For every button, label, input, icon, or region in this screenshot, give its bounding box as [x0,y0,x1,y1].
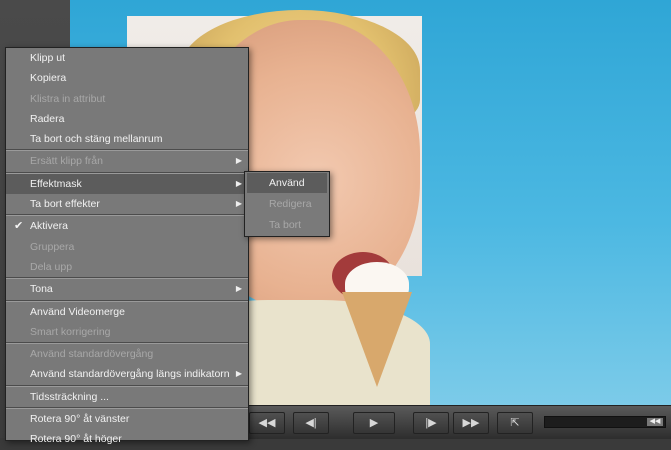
submenu-arrow-icon: ▶ [235,178,242,188]
submenu-item-label: Ta bort [269,219,302,231]
menu-item-smart-korrigering[interactable]: Smart korrigering [6,322,248,342]
submenu-arrow-icon: ▶ [235,284,242,294]
menu-item-label: Tidssträckning ... [30,390,109,403]
play-icon: ▶ [369,417,379,429]
menu-item-anvand-standardovergang-indikator[interactable]: Använd standardövergång längs indikatorn… [6,364,248,384]
submenu-item-ta-bort[interactable]: Ta bort [247,215,327,235]
ice-cream-cone [342,292,412,387]
menu-item-kopiera[interactable]: Kopiera [6,68,248,88]
checkmark-icon: ✔ [14,220,24,233]
menu-item-label: Smart korrigering [30,325,111,338]
menu-item-anvand-standardovergang[interactable]: Använd standardövergång [6,344,248,364]
menu-item-label: Kopiera [30,72,67,85]
menu-item-effektmask[interactable]: Effektmask ▶ [6,173,248,195]
rewind-button[interactable]: ◀◀ [249,412,285,434]
menu-item-tona[interactable]: Tona ▶ [6,279,248,299]
scrub-thumb[interactable]: ◀◀ [647,418,663,426]
menu-item-ta-bort-effekter[interactable]: Ta bort effekter ▶ [6,194,248,214]
menu-item-label: Gruppera [30,240,75,253]
menu-item-ersatt-klipp[interactable]: Ersätt klipp från ▶ [6,151,248,171]
context-menu: Klipp ut Kopiera Klistra in attribut Rad… [5,47,249,445]
export-icon: ⇱ [510,417,520,429]
menu-item-ta-bort-och-stang[interactable]: Ta bort och stäng mellanrum [6,129,248,149]
menu-item-label: Klistra in attribut [30,92,106,105]
submenu-item-redigera[interactable]: Redigera [247,194,327,214]
rewind-icon: ◀◀ [258,417,276,429]
submenu-item-label: Redigera [269,198,312,210]
menu-item-label: Använd Videomerge [30,305,125,318]
menu-item-label: Använd standardövergång längs indikatorn [30,368,230,381]
menu-item-label: Rotera 90° åt vänster [30,413,130,426]
menu-item-label: Ta bort effekter [30,198,100,211]
menu-item-label: Effektmask [30,177,82,190]
menu-item-dela-upp[interactable]: Dela upp [6,257,248,277]
menu-item-radera[interactable]: Radera [6,109,248,129]
step-forward-icon: |▶ [425,417,437,429]
step-back-button[interactable]: ◀| [293,412,329,434]
menu-item-label: Ersätt klipp från [30,155,103,168]
menu-item-anvand-videomerge[interactable]: Använd Videomerge [6,302,248,322]
step-forward-button[interactable]: |▶ [413,412,449,434]
scrub-slider[interactable]: ◀◀ [544,416,666,428]
step-back-icon: ◀| [305,417,317,429]
menu-item-gruppera[interactable]: Gruppera [6,237,248,257]
fast-forward-button[interactable]: ▶▶ [453,412,489,434]
submenu-item-label: Använd [269,177,305,189]
menu-item-label: Ta bort och stäng mellanrum [30,133,163,146]
menu-item-label: Aktivera [30,220,68,233]
menu-item-klipp-ut[interactable]: Klipp ut [6,48,248,68]
menu-item-label: Dela upp [30,260,73,273]
menu-item-aktivera[interactable]: ✔ Aktivera [6,216,248,236]
transport-controls: ◀◀ ◀| ▶ |▶ ▶▶ ⇱ ◀◀ [247,405,671,439]
submenu-item-anvand[interactable]: Använd [247,173,327,193]
fast-forward-icon: ▶▶ [462,417,480,429]
submenu-arrow-icon: ▶ [235,156,242,166]
export-frame-button[interactable]: ⇱ [497,412,533,434]
menu-item-rotera-hoger[interactable]: Rotera 90° åt höger [6,429,248,449]
effektmask-submenu: Använd Redigera Ta bort [244,171,330,237]
menu-item-label: Rotera 90° åt höger [30,433,122,446]
menu-item-label: Radera [30,112,65,125]
menu-item-label: Tona [30,283,53,296]
play-button[interactable]: ▶ [353,412,395,434]
submenu-arrow-icon: ▶ [235,199,242,209]
menu-item-label: Använd standardövergång [30,348,154,361]
menu-item-label: Klipp ut [30,52,66,64]
menu-item-rotera-vanster[interactable]: Rotera 90° åt vänster [6,409,248,429]
menu-item-tidsstrackning[interactable]: Tidssträckning ... [6,387,248,407]
submenu-arrow-icon: ▶ [235,369,242,379]
menu-item-klistra-in-attribut[interactable]: Klistra in attribut [6,89,248,109]
